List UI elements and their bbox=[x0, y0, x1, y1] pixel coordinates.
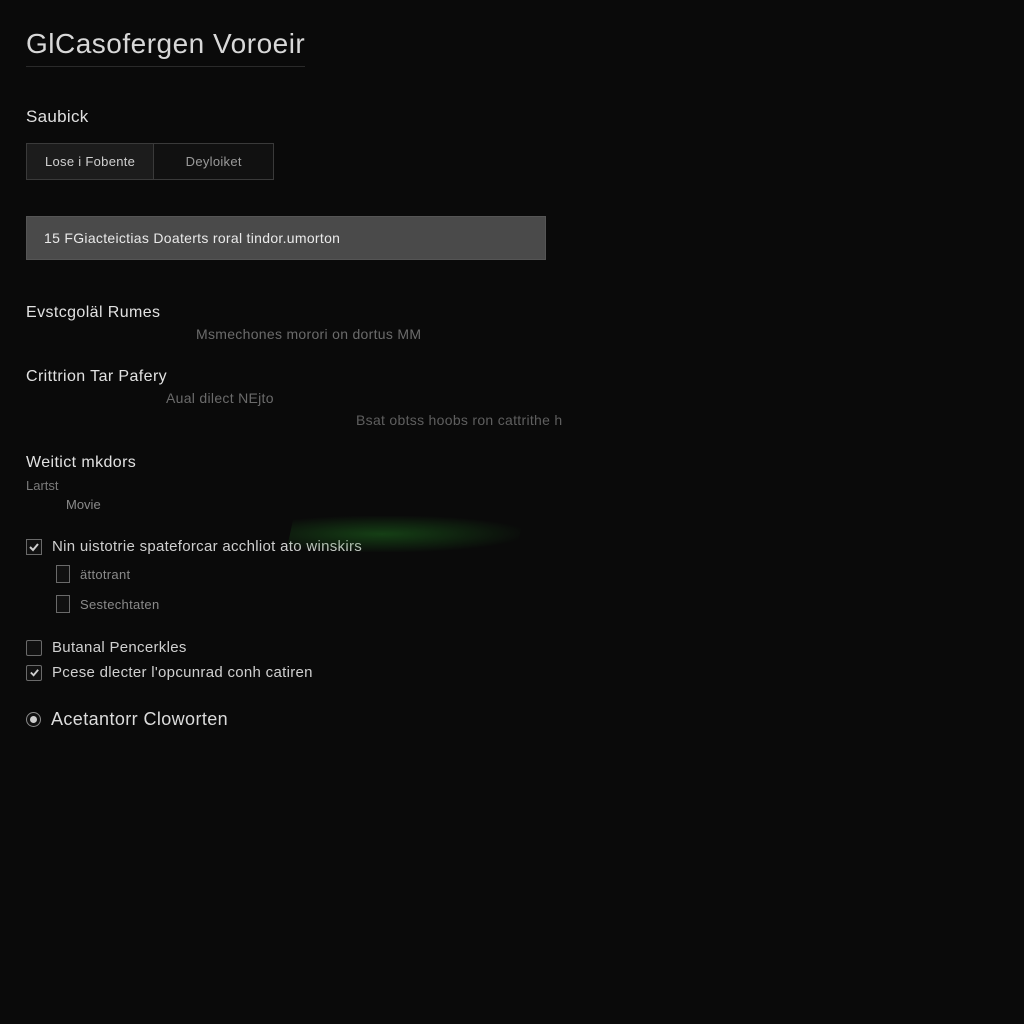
indent-block: ättotrant Sestechtaten bbox=[56, 565, 998, 613]
field-evstcgolal-sub: Msmechones morori on dortus MM bbox=[196, 326, 998, 342]
indent-item-0-label: ättotrant bbox=[80, 567, 130, 582]
box-icon[interactable] bbox=[56, 595, 70, 613]
indent-item-0[interactable]: ättotrant bbox=[56, 565, 998, 583]
field-crittrion-label: Crittrion Tar Pafery bbox=[26, 368, 998, 386]
field-crittrion-sub: Aual dilect NEjto bbox=[166, 390, 998, 406]
page-title: GlCasofergen Voroeir bbox=[26, 28, 305, 67]
group-block: Butanal Pencerkles Pcese dlecter l'opcun… bbox=[26, 639, 998, 681]
field-weitict-label: Weitict mkdors bbox=[26, 454, 998, 472]
tab-deyloiket[interactable]: Deyloiket bbox=[154, 143, 274, 180]
field-crittrion-sub2: Bsat obtss hoobs ron cattrithe h bbox=[356, 412, 998, 428]
indent-item-1[interactable]: Sestechtaten bbox=[56, 595, 998, 613]
checkbox-icon[interactable] bbox=[26, 539, 42, 555]
field-weitict-mini-label: Lartst bbox=[26, 478, 998, 493]
field-weitict: Weitict mkdors Lartst Movie bbox=[26, 454, 998, 512]
group-item-1-label: Pcese dlecter l'opcunrad conh catiren bbox=[52, 664, 313, 681]
tab-row: Lose i Fobente Deyloiket bbox=[26, 143, 998, 180]
field-evstcgolal-label: Evstcgoläl Rumes bbox=[26, 304, 998, 322]
checkbox-main-label: Nin uistotrie spateforcar acchliot ato w… bbox=[52, 538, 362, 555]
footer-row[interactable]: Acetantorr Cloworten bbox=[26, 709, 998, 730]
field-evstcgolal: Evstcgoläl Rumes Msmechones morori on do… bbox=[26, 304, 998, 342]
field-crittrion: Crittrion Tar Pafery Aual dilect NEjto B… bbox=[26, 368, 998, 428]
status-banner: 15 FGiacteictias Doaterts roral tindor.u… bbox=[26, 216, 546, 260]
footer-label: Acetantorr Cloworten bbox=[51, 709, 228, 730]
radio-icon[interactable] bbox=[26, 712, 41, 727]
search-label: Saubick bbox=[26, 107, 998, 127]
group-item-0-label: Butanal Pencerkles bbox=[52, 639, 187, 656]
indent-item-1-label: Sestechtaten bbox=[80, 597, 160, 612]
checkbox-main-row[interactable]: Nin uistotrie spateforcar acchliot ato w… bbox=[26, 538, 998, 555]
checkbox-icon[interactable] bbox=[26, 665, 42, 681]
field-weitict-mini-val: Movie bbox=[66, 497, 998, 512]
tab-lose[interactable]: Lose i Fobente bbox=[26, 143, 154, 180]
box-icon[interactable] bbox=[56, 565, 70, 583]
group-item-0[interactable]: Butanal Pencerkles bbox=[26, 639, 998, 656]
layers-icon[interactable] bbox=[26, 640, 42, 656]
group-item-1[interactable]: Pcese dlecter l'opcunrad conh catiren bbox=[26, 664, 998, 681]
